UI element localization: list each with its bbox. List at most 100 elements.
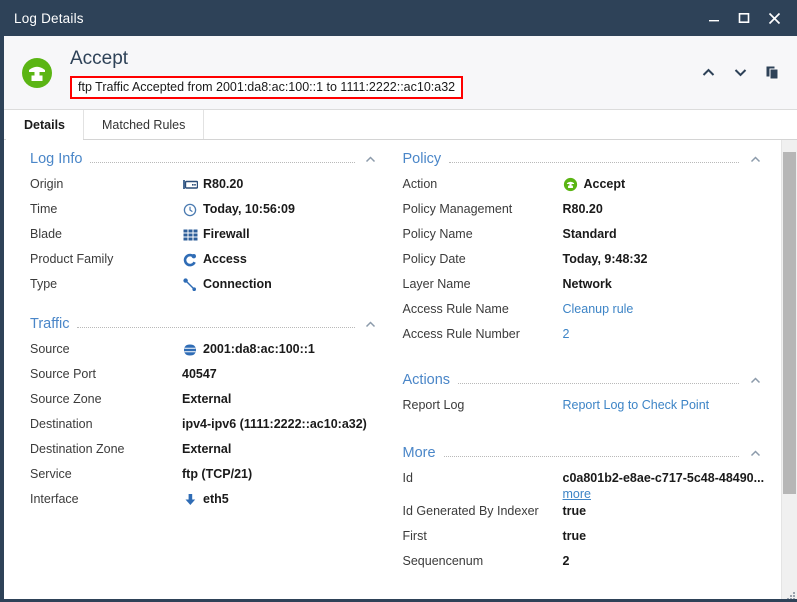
- connection-icon: [182, 277, 198, 292]
- table-row: Interface eth5: [30, 489, 379, 514]
- section-divider: [449, 161, 739, 163]
- section-divider: [90, 161, 355, 163]
- access-icon: [182, 252, 198, 267]
- section-traffic-header[interactable]: Traffic: [30, 313, 379, 335]
- row-value-text: eth5: [203, 492, 229, 506]
- tab-matched-rules-label: Matched Rules: [102, 117, 186, 132]
- right-column: Policy Action Accept Policy Management R…: [393, 148, 782, 602]
- chevron-up-icon[interactable]: [747, 445, 763, 461]
- row-value: External: [182, 439, 379, 456]
- copy-icon[interactable]: [759, 60, 785, 84]
- details-content: Log Info Origin R80.20 Time Today, 10:56…: [4, 140, 797, 602]
- row-label: Layer Name: [402, 277, 471, 291]
- minimize-button[interactable]: [699, 5, 729, 31]
- table-row: Time Today, 10:56:09: [30, 199, 379, 224]
- chevron-down-icon[interactable]: [727, 60, 753, 84]
- table-row: Access Rule Name Cleanup rule: [403, 299, 764, 324]
- section-log-info-title: Log Info: [30, 151, 83, 167]
- header-actions: [695, 60, 785, 84]
- section-policy-header[interactable]: Policy: [403, 148, 764, 170]
- table-row: Blade Firewall: [30, 224, 379, 249]
- table-row: Source Port 40547: [30, 364, 379, 389]
- gateway-icon: [182, 177, 198, 192]
- clock-icon: [182, 202, 198, 217]
- chevron-up-icon[interactable]: [363, 151, 379, 167]
- row-value: 40547: [182, 364, 379, 381]
- row-label: Policy Name: [402, 227, 473, 241]
- row-label: Service: [30, 467, 72, 481]
- log-action-title: Accept: [70, 48, 129, 69]
- table-row: Source Zone External: [30, 389, 379, 414]
- tab-details[interactable]: Details: [6, 110, 84, 140]
- row-value: Today, 10:56:09: [182, 199, 379, 217]
- report-log-link[interactable]: Report Log to Check Point: [563, 398, 710, 412]
- row-value: Cleanup rule: [563, 299, 764, 316]
- chevron-up-icon[interactable]: [363, 316, 379, 332]
- id-more-link[interactable]: more: [563, 485, 591, 501]
- section-divider: [443, 455, 739, 457]
- row-value: Today, 9:48:32: [563, 249, 764, 266]
- row-value-text: ftp (TCP/21): [182, 467, 253, 481]
- row-value: R80.20: [182, 174, 379, 192]
- row-label: Policy Management: [402, 202, 513, 216]
- log-details-window: Log Details Accept ftp Traffic Accepted …: [0, 0, 797, 602]
- table-row: Policy Management R80.20: [403, 199, 764, 224]
- section-traffic-title: Traffic: [30, 316, 70, 332]
- table-row: Origin R80.20: [30, 174, 379, 199]
- row-value: R80.20: [563, 199, 764, 216]
- row-value-text: c0a801b2-e8ae-c717-5c48-48490...: [562, 471, 765, 485]
- row-label: Type: [30, 277, 58, 291]
- row-value-text: External: [182, 392, 232, 406]
- table-row: Destination Zone External: [30, 439, 379, 464]
- row-value: eth5: [182, 489, 379, 507]
- row-value-text: 40547: [182, 367, 217, 381]
- row-label: Sequencenum: [402, 554, 484, 568]
- row-label: Source: [30, 342, 70, 356]
- row-label: Source Port: [30, 367, 97, 381]
- table-row: Id Generated By Indexer true: [403, 501, 764, 526]
- section-traffic: Traffic Source 2001:da8:ac:100::1 Source…: [30, 313, 379, 514]
- row-label: Access Rule Number: [402, 327, 520, 341]
- firewall-icon: [182, 227, 198, 242]
- chevron-up-icon[interactable]: [747, 151, 763, 167]
- table-row: Report Log Report Log to Check Point: [403, 395, 764, 420]
- section-policy: Policy Action Accept Policy Management R…: [403, 148, 764, 349]
- close-button[interactable]: [759, 5, 789, 31]
- row-value: ftp (TCP/21): [182, 464, 379, 481]
- row-value-text: Connection: [203, 277, 272, 291]
- chevron-up-icon[interactable]: [747, 372, 763, 388]
- row-value: Access: [182, 249, 379, 267]
- access-rule-number-link[interactable]: 2: [563, 327, 570, 341]
- window-body: Accept ftp Traffic Accepted from 2001:da…: [0, 36, 797, 602]
- row-value: 2: [563, 324, 764, 341]
- table-row: Service ftp (TCP/21): [30, 464, 379, 489]
- row-value-text: R80.20: [203, 177, 244, 191]
- row-label: Report Log: [402, 398, 465, 412]
- row-label: Product Family: [30, 252, 114, 266]
- row-label: Interface: [30, 492, 79, 506]
- table-row: Policy Date Today, 9:48:32: [403, 249, 764, 274]
- row-label: First: [402, 529, 427, 543]
- table-row: Layer Name Network: [403, 274, 764, 299]
- vertical-scrollbar[interactable]: [781, 140, 797, 602]
- section-more-header[interactable]: More: [403, 442, 764, 464]
- section-policy-title: Policy: [402, 151, 442, 167]
- section-log-info-header[interactable]: Log Info: [30, 148, 379, 170]
- row-value: 2: [563, 551, 764, 568]
- header-texts: Accept ftp Traffic Accepted from 2001:da…: [70, 46, 695, 99]
- section-divider: [458, 382, 739, 384]
- details-columns: Log Info Origin R80.20 Time Today, 10:56…: [4, 140, 781, 602]
- scrollbar-thumb[interactable]: [783, 152, 796, 494]
- chevron-up-icon[interactable]: [695, 60, 721, 84]
- row-value: ipv4-ipv6 (1111:2222::ac10:a32): [182, 414, 379, 431]
- section-actions-header[interactable]: Actions: [403, 369, 764, 391]
- tab-matched-rules[interactable]: Matched Rules: [84, 110, 205, 139]
- section-actions: Actions Report Log Report Log to Check P…: [403, 369, 764, 420]
- row-value: 2001:da8:ac:100::1: [182, 339, 379, 357]
- row-value: Accept: [563, 174, 764, 192]
- table-row: Action Accept: [403, 174, 764, 199]
- row-label: Action: [402, 177, 438, 191]
- table-row: Destination ipv4-ipv6 (1111:2222::ac10:a…: [30, 414, 379, 439]
- access-rule-name-link[interactable]: Cleanup rule: [563, 302, 634, 316]
- maximize-button[interactable]: [729, 5, 759, 31]
